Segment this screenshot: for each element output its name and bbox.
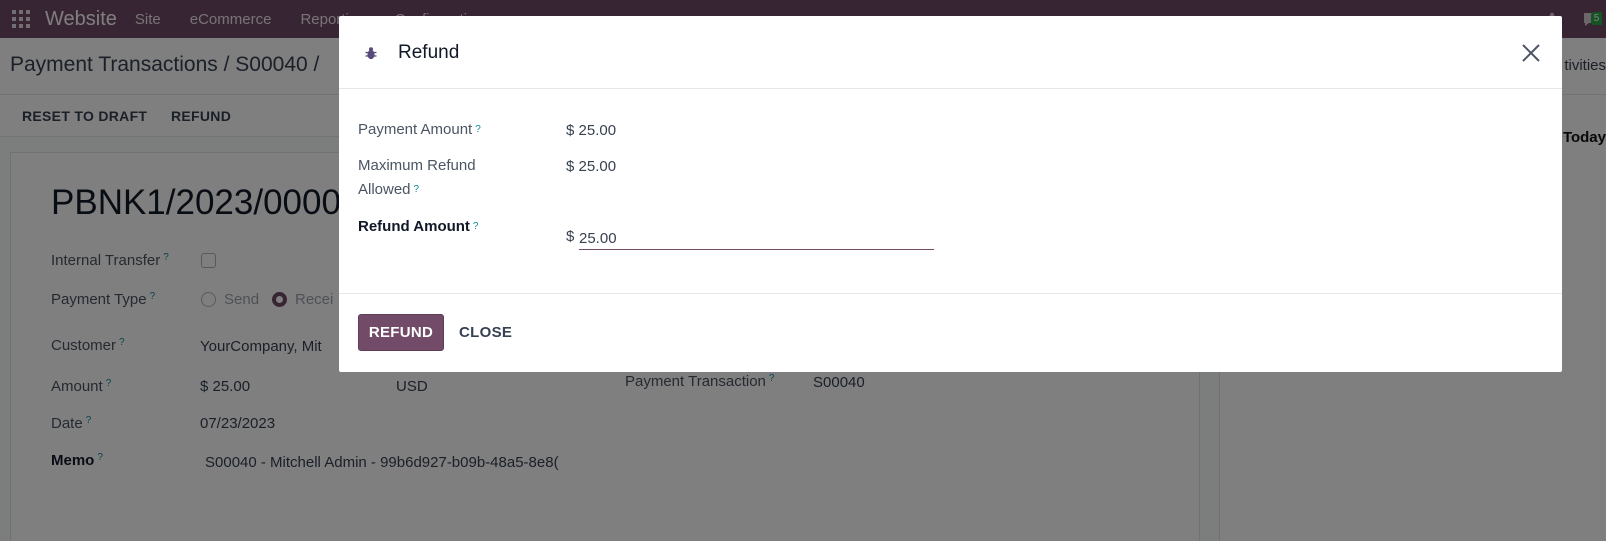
- refund-amount-field: $: [566, 222, 934, 250]
- max-refund-label: Maximum Refund Allowed?: [358, 157, 476, 198]
- dialog-title: Refund: [398, 42, 460, 63]
- close-button[interactable]: CLOSE: [459, 314, 512, 351]
- refund-currency-symbol: $: [566, 228, 575, 245]
- max-refund-value: $ 25.00: [566, 158, 617, 175]
- dialog-header: Refund: [339, 16, 1562, 89]
- refund-button[interactable]: REFUND: [358, 314, 444, 351]
- close-icon[interactable]: [1518, 40, 1544, 66]
- dialog-footer: REFUND CLOSE: [339, 293, 1562, 372]
- payment-amount-label: Payment Amount?: [358, 121, 481, 138]
- refund-amount-label: Refund Amount?: [358, 218, 479, 235]
- refund-amount-input[interactable]: [579, 222, 934, 250]
- payment-amount-value: $ 25.00: [566, 122, 617, 139]
- refund-dialog: Refund Payment Amount? $ 25.00 Maximum R…: [339, 16, 1562, 372]
- debug-bug-icon[interactable]: [363, 45, 379, 61]
